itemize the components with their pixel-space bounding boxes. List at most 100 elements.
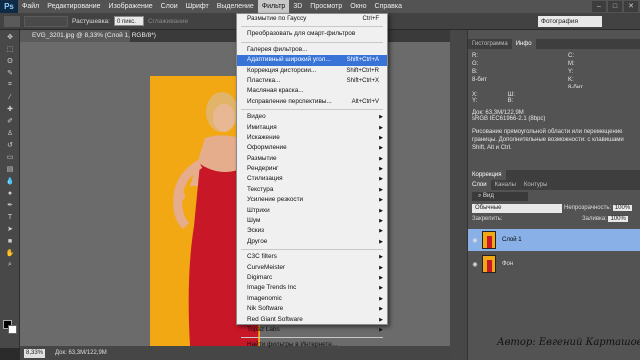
filter-menu-item-label: Шум	[247, 217, 261, 225]
filter-menu-item[interactable]: Рендеринг ▶	[237, 164, 387, 174]
minimize-icon[interactable]: –	[592, 1, 606, 12]
filter-menu-item[interactable]: CurveMeister ▶	[237, 263, 387, 273]
filter-menu-item[interactable]: Коррекция дисторсии... Shift+Ctrl+R	[237, 66, 387, 76]
submenu-arrow-icon: ▶	[379, 295, 383, 302]
filter-menu-item[interactable]: Стилизация ▶	[237, 174, 387, 184]
layer-name[interactable]: Слой 1	[502, 237, 522, 243]
zoom-level[interactable]: 8,33%	[24, 348, 46, 358]
lasso-tool-icon[interactable]: ʘ	[3, 56, 17, 66]
eraser-tool-icon[interactable]: ▭	[3, 152, 17, 162]
filter-menu-item[interactable]: Масляная краска...	[237, 86, 387, 96]
filter-menu-item[interactable]: Эскиз ▶	[237, 226, 387, 236]
filter-menu-item[interactable]: Размытие ▶	[237, 154, 387, 164]
menu-image[interactable]: Изображение	[105, 0, 157, 13]
filter-menu-item[interactable]: Видео ▶	[237, 112, 387, 122]
background-color[interactable]	[8, 325, 17, 334]
menu-window[interactable]: Окно	[346, 0, 370, 13]
filter-menu-item[interactable]: Адаптивный широкий угол... Shift+Ctrl+A	[237, 55, 387, 66]
tab-correction[interactable]: Коррекция	[468, 170, 506, 180]
filter-menu-item[interactable]: Оформление ▶	[237, 143, 387, 153]
filter-menu-item[interactable]: Преобразовать для смарт-фильтров	[237, 29, 387, 39]
document-tab-title: EVG_3201.jpg @ 8,33% (Слой 1, RGB/8*)	[32, 32, 156, 39]
menu-filter[interactable]: Фильтр	[257, 0, 290, 13]
filter-menu-item[interactable]: Штрихи ▶	[237, 206, 387, 216]
menu-edit[interactable]: Редактирование	[43, 0, 104, 13]
tool-preset-picker[interactable]	[4, 15, 20, 27]
stamp-tool-icon[interactable]: ♙	[3, 128, 17, 138]
crop-tool-icon[interactable]: ⌗	[3, 80, 17, 90]
filter-menu-item[interactable]: Текстура ▶	[237, 185, 387, 195]
filter-menu-item[interactable]: Галерея фильтров...	[237, 45, 387, 55]
layer-row-1[interactable]: ◉ Слой 1	[468, 229, 640, 251]
color-swatches[interactable]	[3, 320, 17, 334]
filter-menu-item[interactable]: Пластика... Shift+Ctrl+X	[237, 76, 387, 86]
layer-row-background[interactable]: ◉ Фон	[468, 253, 640, 275]
workspace-select[interactable]: Фотография	[538, 16, 602, 27]
filter-menu-item-label: Red Giant Software	[247, 315, 303, 323]
filter-menu-item[interactable]: Image Trends Inc ▶	[237, 283, 387, 293]
pen-tool-icon[interactable]: ✒	[3, 200, 17, 210]
tab-info[interactable]: Инфо	[511, 39, 536, 49]
menu-help[interactable]: Справка	[371, 0, 406, 13]
history-brush-icon[interactable]: ↺	[3, 140, 17, 150]
info-cmyk: C: M: Y: K: 8-бит	[568, 52, 583, 92]
path-select-tool-icon[interactable]: ➤	[3, 224, 17, 234]
healing-tool-icon[interactable]: ✚	[3, 104, 17, 114]
hand-tool-icon[interactable]: ✋	[3, 248, 17, 258]
move-tool-icon[interactable]: ✥	[3, 32, 17, 42]
type-tool-icon[interactable]: T	[3, 212, 17, 222]
blur-tool-icon[interactable]: 💧	[3, 176, 17, 186]
menu-3d[interactable]: 3D	[289, 0, 306, 13]
tab-paths[interactable]: Контуры	[520, 180, 552, 190]
eyedropper-tool-icon[interactable]: ⁄	[3, 92, 17, 102]
filter-menu-item[interactable]: Шум ▶	[237, 216, 387, 226]
brush-tool-icon[interactable]: ✐	[3, 116, 17, 126]
shape-tool-icon[interactable]: ■	[3, 236, 17, 246]
marquee-tool-icon[interactable]: ⬚	[3, 44, 17, 54]
zoom-tool-icon[interactable]: ⌕	[3, 260, 17, 270]
menu-layers[interactable]: Слои	[157, 0, 182, 13]
gradient-tool-icon[interactable]: ▤	[3, 164, 17, 174]
filter-menu-item[interactable]: Topaz Labs ▶	[237, 325, 387, 335]
document-tab[interactable]: EVG_3201.jpg @ 8,33% (Слой 1, RGB/8*)	[20, 30, 156, 42]
opacity-input[interactable]: 100%	[612, 205, 633, 211]
menu-select[interactable]: Выделение	[213, 0, 258, 13]
close-icon[interactable]: ✕	[624, 1, 638, 12]
dodge-tool-icon[interactable]: ●	[3, 188, 17, 198]
filter-menu-shortcut: Ctrl+F	[362, 16, 380, 22]
selection-mode-buttons[interactable]	[24, 15, 68, 27]
layer-name[interactable]: Фон	[502, 261, 513, 267]
filter-menu-item[interactable]: Найти фильтры в Интернете...	[237, 340, 387, 350]
menu-type[interactable]: Шрифт	[182, 0, 213, 13]
filter-menu-item[interactable]: Размытие по Гауссу Ctrl+F	[237, 14, 387, 24]
menu-file[interactable]: Файл	[18, 0, 43, 13]
menu-view[interactable]: Просмотр	[306, 0, 346, 13]
filter-menu-item[interactable]: Другое ▶	[237, 237, 387, 247]
feather-input[interactable]: 0 пикс.	[113, 16, 144, 26]
antialias-checkbox[interactable]: Сглаживание	[148, 18, 188, 25]
menu-separator	[241, 41, 383, 43]
filter-menu-item[interactable]: Red Giant Software ▶	[237, 315, 387, 325]
quick-select-tool-icon[interactable]: ✎	[3, 68, 17, 78]
filter-menu-item[interactable]: Имитация ▶	[237, 123, 387, 133]
visibility-eye-icon[interactable]: ◉	[468, 237, 482, 244]
tab-channels[interactable]: Каналы	[491, 180, 520, 190]
layer-kind-filter[interactable]: ⌕ Вид	[472, 192, 528, 201]
visibility-eye-icon[interactable]: ◉	[468, 261, 482, 268]
submenu-arrow-icon: ▶	[379, 228, 383, 235]
filter-menu-item[interactable]: Nik Software ▶	[237, 304, 387, 314]
blend-mode-select[interactable]: Обычные	[472, 204, 562, 213]
filter-menu-item[interactable]: Digimarc ▶	[237, 273, 387, 283]
tab-layers[interactable]: Слои	[468, 180, 491, 190]
info-details: X: Y: Ш: В: Док: 63,3M/122,9M sRGB IEC6196…	[468, 88, 640, 166]
maximize-icon[interactable]: □	[608, 1, 622, 12]
filter-menu-item[interactable]: Усиление резкости ▶	[237, 195, 387, 205]
fill-input[interactable]: 100%	[608, 216, 628, 222]
filter-menu-item[interactable]: C3C filters ▶	[237, 252, 387, 262]
tab-histogram[interactable]: Гистограмма	[468, 39, 512, 49]
filter-menu-item[interactable]: Imagenomic ▶	[237, 294, 387, 304]
info-color-profile: sRGB IEC61966-2.1 (8bpc)	[472, 116, 546, 122]
filter-menu-item[interactable]: Искажение ▶	[237, 133, 387, 143]
filter-menu-shortcut: Alt+Ctrl+V	[351, 98, 379, 105]
filter-menu-item[interactable]: Исправление перспективы... Alt+Ctrl+V	[237, 97, 387, 107]
